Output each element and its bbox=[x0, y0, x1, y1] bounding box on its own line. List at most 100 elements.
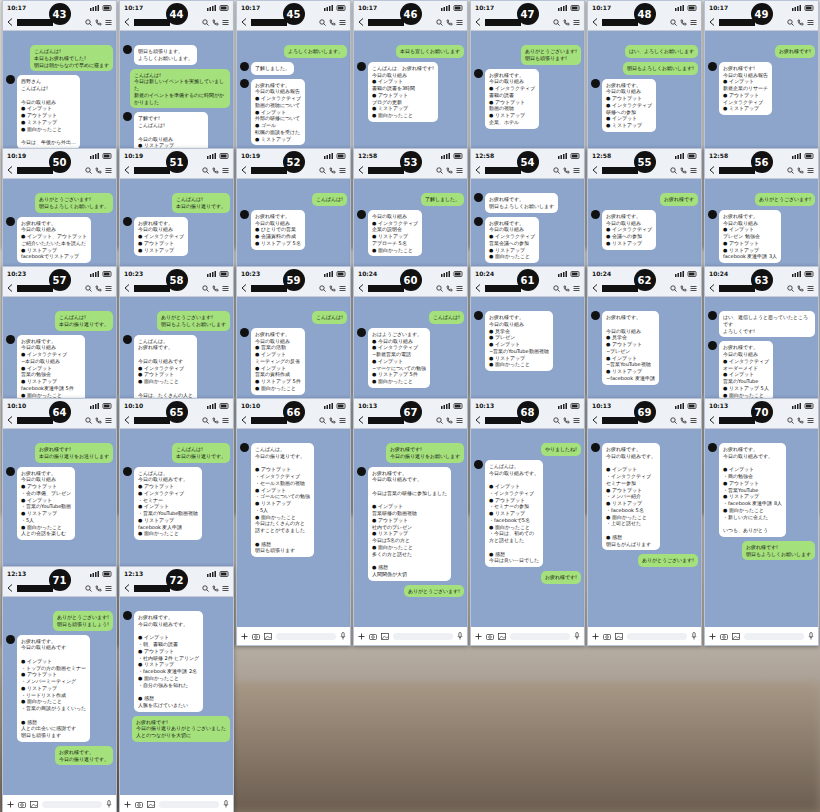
search-icon[interactable] bbox=[202, 285, 209, 292]
search-icon[interactable] bbox=[202, 167, 209, 174]
menu-icon[interactable] bbox=[339, 19, 346, 26]
search-icon[interactable] bbox=[202, 19, 209, 26]
phone-icon[interactable] bbox=[797, 285, 804, 292]
phone-icon[interactable] bbox=[95, 285, 102, 292]
mic-icon[interactable] bbox=[223, 800, 229, 808]
image-icon[interactable] bbox=[264, 633, 272, 640]
menu-icon[interactable] bbox=[573, 417, 580, 424]
phone-icon[interactable] bbox=[95, 585, 102, 592]
menu-icon[interactable] bbox=[807, 19, 814, 26]
back-icon[interactable] bbox=[592, 284, 598, 292]
back-icon[interactable] bbox=[358, 18, 364, 26]
phone-icon[interactable] bbox=[212, 417, 219, 424]
back-icon[interactable] bbox=[709, 166, 715, 174]
phone-icon[interactable] bbox=[212, 167, 219, 174]
search-icon[interactable] bbox=[553, 167, 560, 174]
phone-icon[interactable] bbox=[797, 417, 804, 424]
camera-icon[interactable] bbox=[720, 633, 728, 640]
image-icon[interactable] bbox=[147, 801, 155, 808]
back-icon[interactable] bbox=[709, 284, 715, 292]
back-icon[interactable] bbox=[7, 416, 13, 424]
phone-icon[interactable] bbox=[680, 285, 687, 292]
back-icon[interactable] bbox=[592, 166, 598, 174]
menu-icon[interactable] bbox=[222, 417, 229, 424]
menu-icon[interactable] bbox=[690, 19, 697, 26]
search-icon[interactable] bbox=[85, 585, 92, 592]
search-icon[interactable] bbox=[436, 167, 443, 174]
back-icon[interactable] bbox=[709, 416, 715, 424]
search-icon[interactable] bbox=[436, 285, 443, 292]
back-icon[interactable] bbox=[7, 166, 13, 174]
menu-icon[interactable] bbox=[573, 285, 580, 292]
phone-icon[interactable] bbox=[680, 19, 687, 26]
back-icon[interactable] bbox=[241, 284, 247, 292]
mic-icon[interactable] bbox=[691, 632, 697, 640]
plus-icon[interactable] bbox=[358, 633, 365, 640]
message-input[interactable] bbox=[42, 801, 102, 808]
search-icon[interactable] bbox=[553, 285, 560, 292]
plus-icon[interactable] bbox=[592, 633, 599, 640]
message-input[interactable] bbox=[159, 801, 219, 808]
search-icon[interactable] bbox=[787, 285, 794, 292]
back-icon[interactable] bbox=[241, 166, 247, 174]
camera-icon[interactable] bbox=[252, 633, 260, 640]
phone-icon[interactable] bbox=[329, 167, 336, 174]
search-icon[interactable] bbox=[670, 285, 677, 292]
search-icon[interactable] bbox=[85, 167, 92, 174]
search-icon[interactable] bbox=[319, 19, 326, 26]
menu-icon[interactable] bbox=[105, 19, 112, 26]
plus-icon[interactable] bbox=[709, 633, 716, 640]
message-input[interactable] bbox=[393, 633, 453, 640]
search-icon[interactable] bbox=[319, 167, 326, 174]
menu-icon[interactable] bbox=[807, 285, 814, 292]
phone-icon[interactable] bbox=[212, 585, 219, 592]
menu-icon[interactable] bbox=[807, 417, 814, 424]
phone-icon[interactable] bbox=[329, 285, 336, 292]
message-input[interactable] bbox=[627, 633, 687, 640]
back-icon[interactable] bbox=[124, 416, 130, 424]
back-icon[interactable] bbox=[358, 416, 364, 424]
mic-icon[interactable] bbox=[457, 632, 463, 640]
menu-icon[interactable] bbox=[222, 585, 229, 592]
back-icon[interactable] bbox=[124, 284, 130, 292]
back-icon[interactable] bbox=[475, 166, 481, 174]
search-icon[interactable] bbox=[85, 285, 92, 292]
menu-icon[interactable] bbox=[339, 285, 346, 292]
message-input[interactable] bbox=[744, 633, 804, 640]
menu-icon[interactable] bbox=[690, 285, 697, 292]
message-input[interactable] bbox=[510, 633, 570, 640]
search-icon[interactable] bbox=[787, 167, 794, 174]
phone-icon[interactable] bbox=[797, 19, 804, 26]
phone-icon[interactable] bbox=[446, 417, 453, 424]
phone-icon[interactable] bbox=[563, 167, 570, 174]
mic-icon[interactable] bbox=[808, 632, 814, 640]
back-icon[interactable] bbox=[7, 584, 13, 592]
plus-icon[interactable] bbox=[241, 633, 248, 640]
menu-icon[interactable] bbox=[456, 285, 463, 292]
menu-icon[interactable] bbox=[222, 285, 229, 292]
menu-icon[interactable] bbox=[222, 19, 229, 26]
phone-icon[interactable] bbox=[446, 19, 453, 26]
menu-icon[interactable] bbox=[105, 585, 112, 592]
image-icon[interactable] bbox=[381, 633, 389, 640]
search-icon[interactable] bbox=[787, 417, 794, 424]
back-icon[interactable] bbox=[241, 18, 247, 26]
back-icon[interactable] bbox=[358, 284, 364, 292]
menu-icon[interactable] bbox=[690, 167, 697, 174]
image-icon[interactable] bbox=[498, 633, 506, 640]
plus-icon[interactable] bbox=[7, 801, 14, 808]
back-icon[interactable] bbox=[592, 18, 598, 26]
search-icon[interactable] bbox=[85, 417, 92, 424]
camera-icon[interactable] bbox=[18, 801, 26, 808]
search-icon[interactable] bbox=[85, 19, 92, 26]
mic-icon[interactable] bbox=[340, 632, 346, 640]
menu-icon[interactable] bbox=[456, 417, 463, 424]
back-icon[interactable] bbox=[358, 166, 364, 174]
phone-icon[interactable] bbox=[446, 285, 453, 292]
image-icon[interactable] bbox=[732, 633, 740, 640]
search-icon[interactable] bbox=[670, 417, 677, 424]
menu-icon[interactable] bbox=[690, 417, 697, 424]
phone-icon[interactable] bbox=[95, 19, 102, 26]
search-icon[interactable] bbox=[670, 167, 677, 174]
camera-icon[interactable] bbox=[369, 633, 377, 640]
